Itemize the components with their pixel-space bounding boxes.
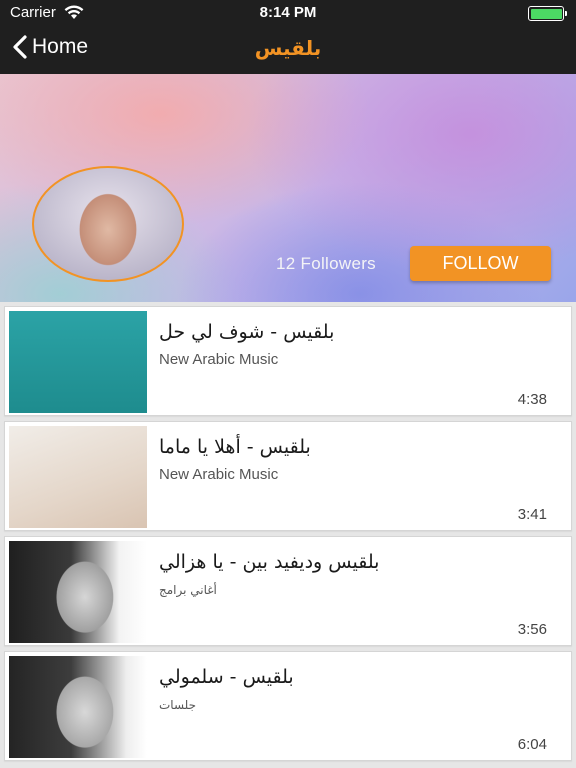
status-time: 8:14 PM: [259, 4, 317, 21]
song-duration: 3:56: [517, 621, 547, 638]
profile-header: 12 Followers FOLLOW: [0, 74, 576, 302]
song-thumbnail: [9, 311, 147, 413]
song-duration: 6:04: [517, 736, 547, 753]
song-duration: 4:38: [517, 391, 547, 408]
song-row[interactable]: بلقيس - شوف لي حل New Arabic Music 4:38: [4, 306, 572, 416]
song-row[interactable]: بلقيس وديفيد بين - يا هزالي أغاني برامج …: [4, 536, 572, 646]
song-row[interactable]: بلقيس - أهلا يا ماما New Arabic Music 3:…: [4, 421, 572, 531]
song-thumbnail: [9, 541, 147, 643]
artist-avatar: [32, 166, 184, 282]
song-subtitle: أغاني برامج: [159, 583, 217, 597]
song-subtitle: جلسات: [159, 698, 197, 712]
battery-icon: [528, 6, 567, 21]
song-title: بلقيس - أهلا يا ماما: [159, 436, 311, 458]
song-row[interactable]: بلقيس - سلمولي جلسات 6:04: [4, 651, 572, 761]
chevron-left-icon: [13, 35, 27, 59]
follow-button[interactable]: FOLLOW: [410, 246, 551, 281]
song-title: بلقيس - شوف لي حل: [159, 321, 335, 343]
song-thumbnail: [9, 426, 147, 528]
song-subtitle: New Arabic Music: [159, 351, 279, 368]
song-thumbnail: [9, 656, 147, 758]
song-title: بلقيس وديفيد بين - يا هزالي: [159, 551, 380, 573]
followers-count: 12 Followers: [276, 254, 376, 273]
back-button-label: Home: [32, 35, 89, 58]
back-button[interactable]: Home: [12, 35, 88, 59]
navigation-bar: Home بلقيس: [0, 26, 576, 74]
status-bar: Carrier 8:14 PM: [0, 0, 576, 26]
song-title: بلقيس - سلمولي: [159, 666, 294, 688]
song-duration: 3:41: [517, 506, 547, 523]
battery-level: [530, 8, 562, 19]
song-subtitle: New Arabic Music: [159, 466, 279, 483]
